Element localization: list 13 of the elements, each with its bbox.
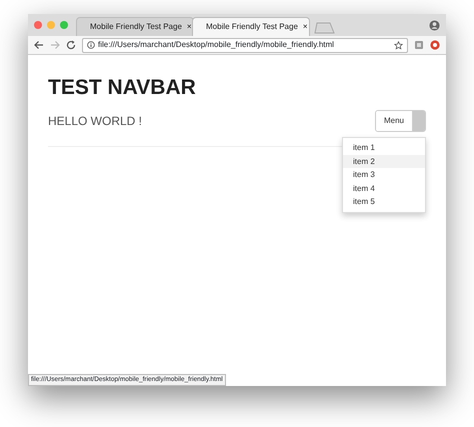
browser-tab[interactable]: Mobile Friendly Test Page × <box>76 17 194 36</box>
tab-close-button[interactable]: × <box>186 21 192 33</box>
page-heading: TEST NAVBAR <box>48 75 197 100</box>
menu-item[interactable]: item 1 <box>343 141 425 154</box>
menu-item[interactable]: item 4 <box>343 182 425 195</box>
url-text: file:///Users/marchant/Desktop/mobile_friendly/mobile_friendly.html <box>98 39 334 51</box>
address-bar[interactable]: file:///Users/marchant/Desktop/mobile_friendly/mobile_friendly.html <box>82 38 408 52</box>
menu-item[interactable]: item 2 <box>343 154 425 168</box>
subheading: HELLO WORLD ! <box>48 113 142 130</box>
tab-close-button[interactable]: × <box>302 21 308 33</box>
menu-item[interactable]: item 3 <box>343 168 425 182</box>
menu-item[interactable]: item 5 <box>343 195 425 208</box>
browser-tab[interactable]: Mobile Friendly Test Page × <box>192 17 310 36</box>
